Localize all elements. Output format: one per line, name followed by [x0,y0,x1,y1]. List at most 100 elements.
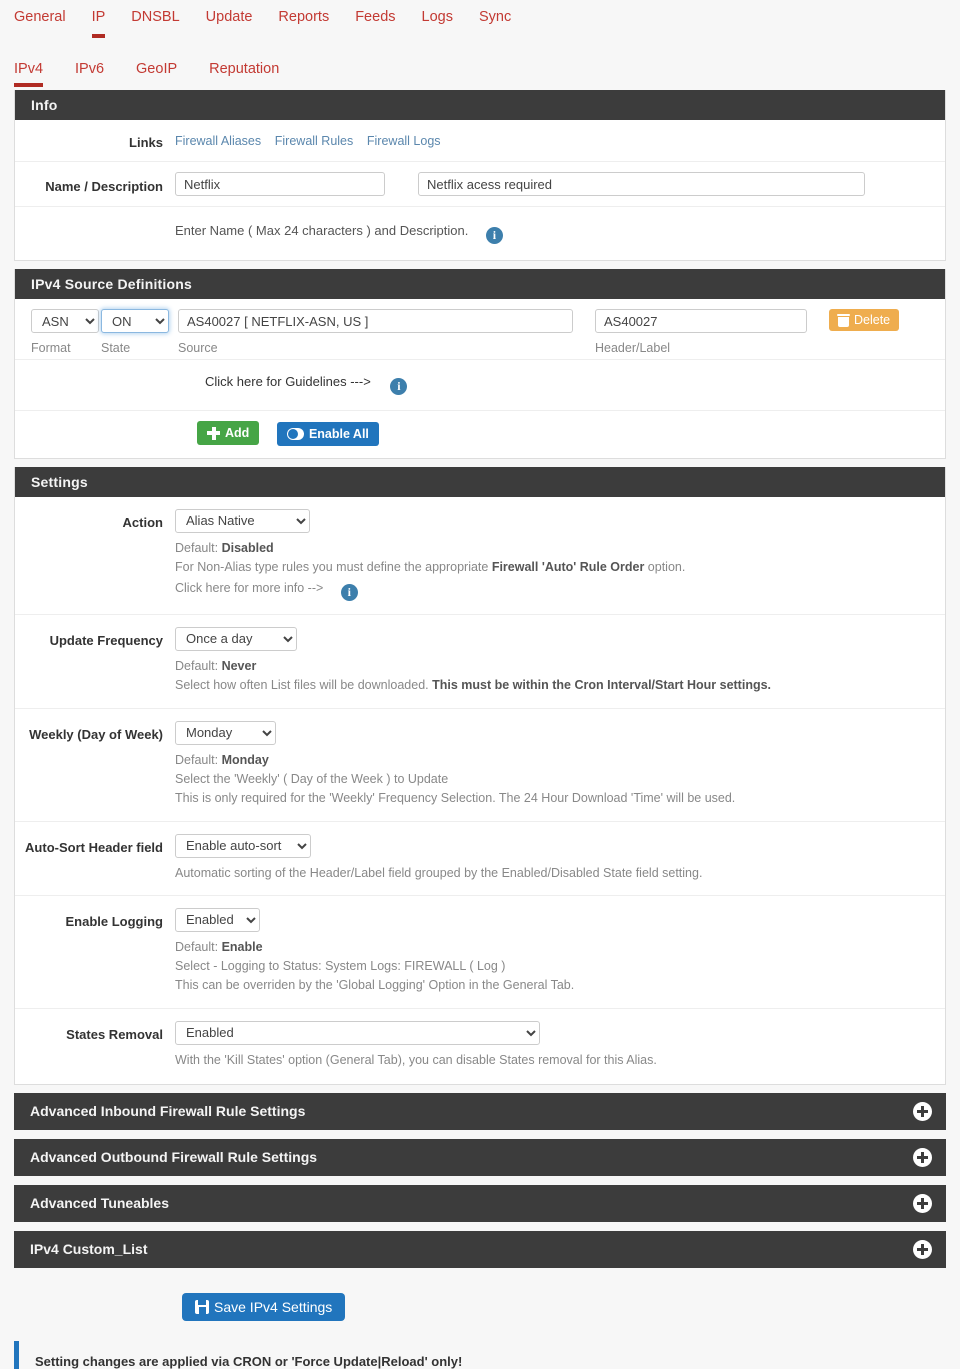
states-removal-select[interactable]: Enabled [175,1020,540,1045]
delete-button[interactable]: Delete [829,309,900,331]
header-label-input[interactable] [595,309,807,333]
nav-tab-general[interactable]: General [14,8,66,34]
uf-default-prefix: Default: [175,658,219,673]
panel-advanced-tuneables-title: Advanced Tuneables [30,1195,170,1211]
format-select[interactable]: ASN [31,309,99,333]
save-icon [195,1299,209,1314]
action-content: Alias Native Default: Disabled For Non-A… [175,508,945,601]
links-list: Firewall Aliases Firewall Rules Firewall… [175,130,945,148]
settings-panel: Settings Action Alias Native Default: Di… [14,466,946,1085]
save-ipv4-settings-button[interactable]: Save IPv4 Settings [182,1292,346,1321]
weekly-content: Monday Default: Monday Select the 'Weekl… [175,720,945,808]
nav-subtab-ipv4[interactable]: IPv4 [14,60,44,87]
panel-advanced-outbound[interactable]: Advanced Outbound Firewall Rule Settings [14,1138,946,1176]
update-frequency-row: Update Frequency Once a day Default: Nev… [15,615,945,709]
logging-content: Enabled Default: Enable Select - Logging… [175,907,945,995]
nav-subtab-geoip[interactable]: GeoIP [136,60,177,78]
action-default-value: Disabled [221,540,274,555]
action-line2-bold: Firewall 'Auto' Rule Order [491,559,645,574]
enable-all-button[interactable]: Enable All [276,421,379,446]
panel-advanced-outbound-title: Advanced Outbound Firewall Rule Settings [30,1149,318,1165]
logging-row: Enable Logging Enabled Default: Enable S… [15,896,945,1009]
name-helper-content: Enter Name ( Max 24 characters ) and Des… [175,221,945,244]
status-alert-text: Setting changes are applied via CRON or … [35,1353,463,1369]
enable-all-label: Enable All [308,426,369,441]
guidelines-info-icon[interactable]: i [390,378,408,395]
logging-select[interactable]: Enabled [175,907,260,932]
link-firewall-logs[interactable]: Firewall Logs [367,134,441,148]
logging-line3: This can be overriden by the 'Global Log… [175,977,575,992]
auto-sort-content: Enable auto-sort Automatic sorting of th… [175,833,945,883]
panel-advanced-tuneables[interactable]: Advanced Tuneables [14,1184,946,1222]
states-removal-line1: With the 'Kill States' option (General T… [175,1052,657,1067]
action-label: Action [122,514,163,530]
plus-circle-icon[interactable] [913,1147,932,1167]
panel-ipv4-custom-list-title: IPv4 Custom_List [30,1241,148,1257]
nav-tab-ip[interactable]: IP [91,8,105,38]
action-row: Action Alias Native Default: Disabled Fo… [15,497,945,615]
settings-panel-title: Settings [31,473,88,490]
weekly-default-value: Monday [221,752,269,767]
name-description-row: Name / Description [15,162,945,207]
logging-default-prefix: Default: [175,939,219,954]
nav-tab-reports[interactable]: Reports [278,8,329,34]
update-frequency-select[interactable]: Once a day [175,626,297,651]
status-alert: Setting changes are applied via CRON or … [14,1340,946,1369]
links-label: Links [129,135,163,150]
plus-circle-icon[interactable] [913,1239,932,1259]
source-input[interactable] [178,309,573,333]
auto-sort-select[interactable]: Enable auto-sort [175,833,311,858]
source-panel-body: ASN ON Delete [15,299,945,458]
info-panel-body: Links Firewall Aliases Firewall Rules Fi… [15,120,945,260]
info-panel: Info Links Firewall Aliases Firewall Rul… [14,90,946,261]
guidelines-row: Click here for Guidelines ---> i [15,360,945,411]
weekly-label: Weekly (Day of Week) [29,726,163,742]
plus-circle-icon[interactable] [913,1101,932,1121]
source-caption: Source [178,341,218,355]
state-caption: State [101,341,131,355]
primary-nav: General IP DNSBL Update Reports Feeds Lo… [0,0,960,38]
update-frequency-label: Update Frequency [49,632,163,648]
action-info-icon[interactable]: i [340,583,358,601]
name-helper-row: Enter Name ( Max 24 characters ) and Des… [15,207,945,260]
plus-icon [207,426,220,440]
source-panel-title: IPv4 Source Definitions [31,276,192,292]
settings-panel-header: Settings [15,466,945,497]
name-input[interactable] [175,172,385,196]
state-select[interactable]: ON [101,309,169,333]
nav-tab-dnsbl[interactable]: DNSBL [131,8,179,34]
format-caption: Format [31,341,71,355]
logging-label: Enable Logging [65,913,164,929]
nav-subtab-ipv6[interactable]: IPv6 [75,60,104,78]
action-select[interactable]: Alias Native [175,508,310,533]
info-panel-title: Info [31,97,58,113]
action-line3: Click here for more info --> [175,580,324,595]
panel-advanced-inbound[interactable]: Advanced Inbound Firewall Rule Settings [14,1092,946,1130]
auto-sort-label: Auto-Sort Header field [25,839,163,855]
states-removal-content: Enabled With the 'Kill States' option (G… [175,1020,945,1070]
nav-tab-logs[interactable]: Logs [422,8,453,34]
panel-ipv4-custom-list[interactable]: IPv4 Custom_List [14,1230,946,1268]
link-firewall-rules[interactable]: Firewall Rules [275,134,354,148]
link-firewall-aliases[interactable]: Firewall Aliases [175,134,261,148]
action-line2-pre: For Non-Alias type rules you must define… [175,559,492,574]
toggle-icon [286,427,304,440]
logging-line2: Select - Logging to Status: System Logs:… [175,958,506,973]
description-input[interactable] [418,172,865,196]
delete-button-label: Delete [854,313,891,327]
panel-advanced-inbound-title: Advanced Inbound Firewall Rule Settings [30,1103,306,1119]
save-bar: Save IPv4 Settings [0,1277,960,1335]
weekly-line2: Select the 'Weekly' ( Day of the Week ) … [175,771,449,786]
weekly-select[interactable]: Monday [175,720,276,745]
add-button[interactable]: Add [197,421,260,445]
info-icon[interactable]: i [485,227,503,244]
guidelines-text: Click here for Guidelines ---> [205,374,371,389]
nav-tab-update[interactable]: Update [206,8,253,34]
nav-tab-sync[interactable]: Sync [479,8,511,34]
plus-circle-icon[interactable] [913,1193,932,1213]
name-helper-spacer [15,221,175,225]
uf-line2-bold: This must be within the Cron Interval/St… [432,677,772,692]
nav-tab-feeds[interactable]: Feeds [355,8,395,34]
action-default-prefix: Default: [175,540,219,555]
nav-subtab-reputation[interactable]: Reputation [209,60,279,78]
